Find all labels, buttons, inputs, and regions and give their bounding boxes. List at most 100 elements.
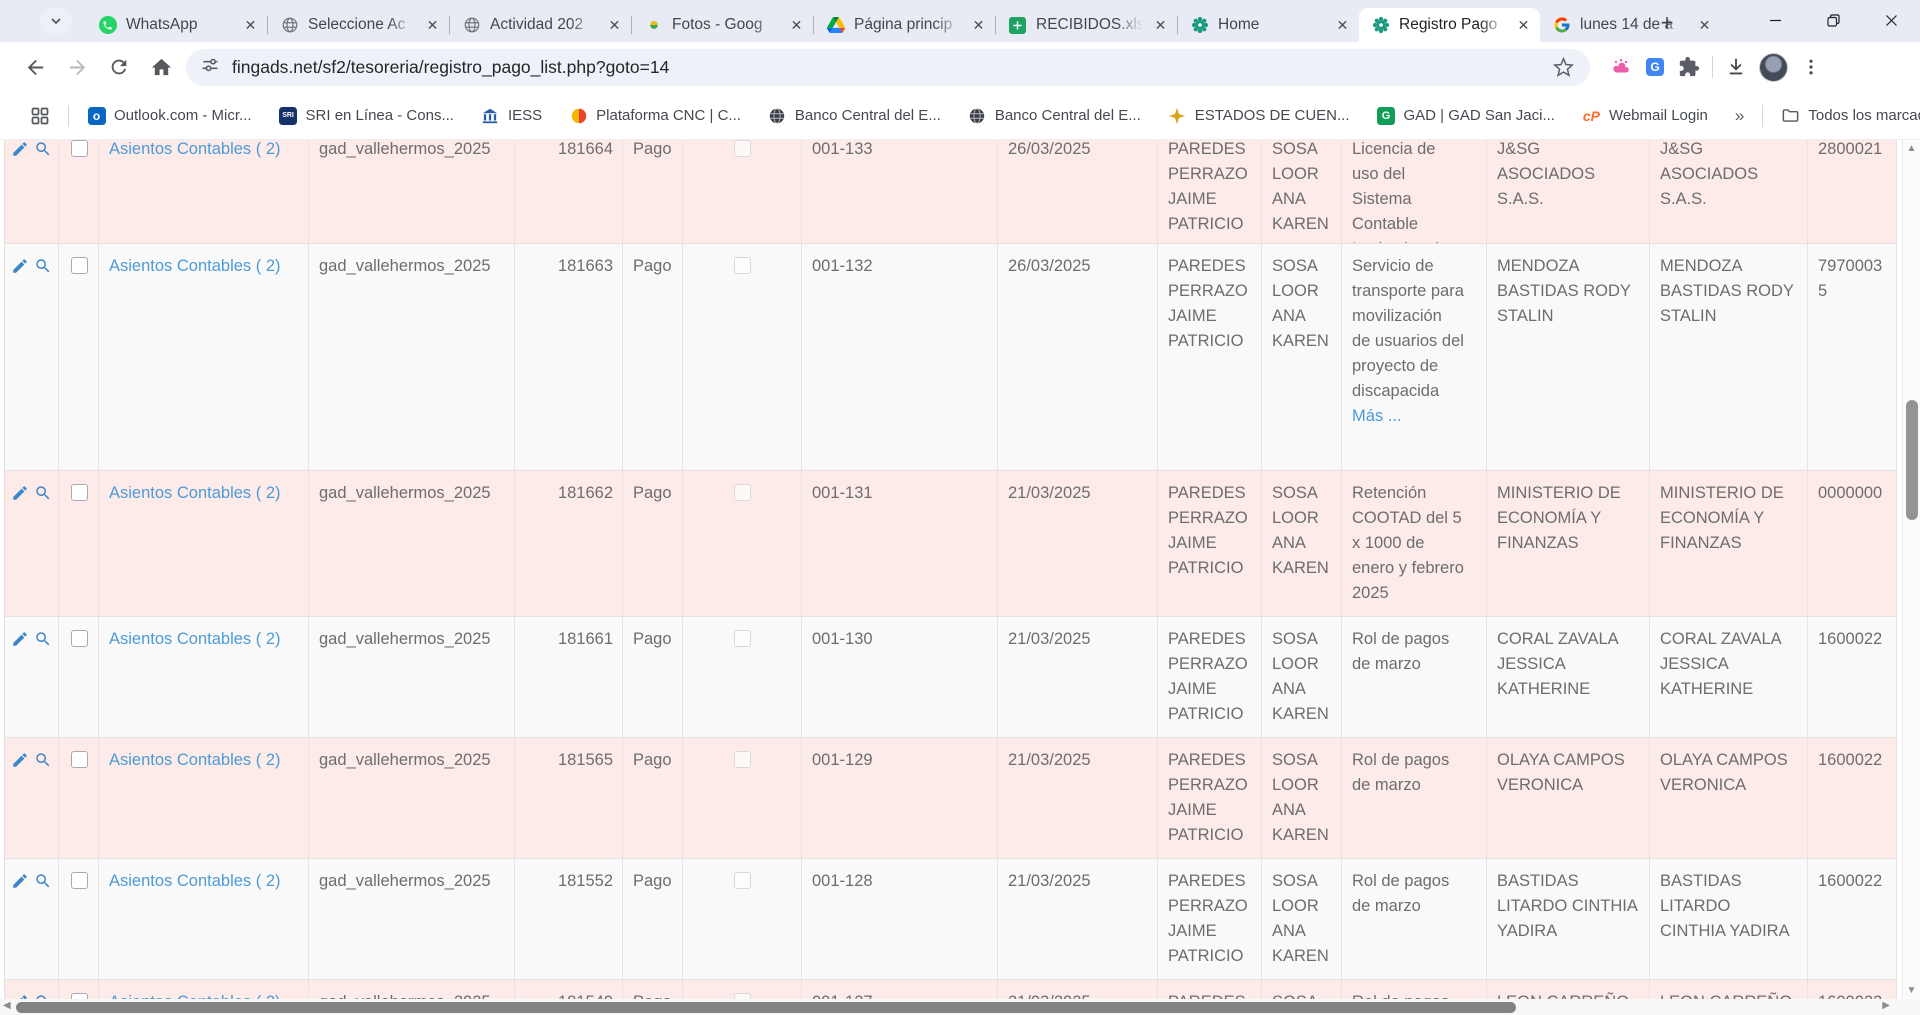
bookmark-item[interactable]: IESS [481, 106, 542, 125]
row-link-asientos-contables[interactable]: Asientos Contables ( 2) [99, 140, 309, 243]
bookmark-item[interactable]: Banco Central del E... [968, 106, 1141, 125]
new-tab-button[interactable]: + [1652, 9, 1682, 37]
edit-pencil-icon[interactable] [11, 484, 29, 616]
tab-registro-pago[interactable]: Registro Pago✕ [1359, 8, 1540, 42]
table-row: Asientos Contables ( 2)gad_vallehermos_2… [5, 471, 1897, 617]
url-text[interactable]: fingads.net/sf2/tesoreria/registro_pago_… [232, 57, 1546, 78]
forward-button[interactable] [60, 50, 94, 84]
back-button[interactable] [18, 50, 52, 84]
bookmark-items: oOutlook.com - Micr... SRISRI en Línea - … [87, 106, 1735, 125]
tab-label: RECIBIDOS.xls [1036, 16, 1148, 34]
row-select-checkbox[interactable] [71, 751, 88, 768]
tab-close-icon[interactable]: ✕ [1152, 17, 1169, 34]
row-select-checkbox[interactable] [71, 257, 88, 274]
bookmark-star-icon[interactable] [1546, 50, 1580, 84]
vertical-scrollbar-thumb[interactable] [1906, 400, 1918, 520]
row-fecha: 26/03/2025 [998, 244, 1158, 470]
vertical-scrollbar[interactable]: ▲ ▼ [1902, 140, 1920, 999]
bookmark-item[interactable]: Banco Central del E... [768, 106, 941, 125]
row-select-checkbox[interactable] [71, 630, 88, 647]
edit-pencil-icon[interactable] [11, 140, 29, 243]
scroll-left-arrow-icon[interactable]: ◀ [3, 1000, 11, 1011]
search-magnifier-icon[interactable] [34, 630, 52, 737]
tab-close-icon[interactable]: ✕ [1515, 17, 1532, 34]
row-select-checkbox[interactable] [71, 484, 88, 501]
bookmark-item[interactable]: SRISRI en Línea - Cons... [279, 106, 454, 125]
close-window-button[interactable] [1862, 0, 1920, 40]
tab-whatsapp[interactable]: WhatsApp✕ [86, 8, 267, 42]
bookmark-label: Webmail Login [1609, 107, 1708, 124]
tab-close-icon[interactable]: ✕ [242, 17, 259, 34]
minimize-button[interactable] [1746, 0, 1804, 40]
row-select-cell [59, 859, 99, 979]
bookmark-item[interactable]: cPWebmail Login [1582, 106, 1708, 125]
row-link-asientos-contables[interactable]: Asientos Contables ( 2) [99, 738, 309, 858]
bookmark-label: GAD | GAD San Jaci... [1404, 107, 1555, 124]
row-link-asientos-contables[interactable]: Asientos Contables ( 2) [99, 244, 309, 470]
tab-close-icon[interactable]: ✕ [788, 17, 805, 34]
tab-close-icon[interactable]: ✕ [424, 17, 441, 34]
address-bar[interactable]: fingads.net/sf2/tesoreria/registro_pago_… [186, 49, 1590, 86]
browser-menu-kebab-icon[interactable] [1794, 50, 1828, 84]
google-g-icon [1552, 16, 1571, 35]
bookmarks-overflow-chevron[interactable]: » [1735, 106, 1742, 126]
search-magnifier-icon[interactable] [34, 872, 52, 979]
tab-close-icon[interactable]: ✕ [1696, 17, 1713, 34]
tab-close-icon[interactable]: ✕ [1334, 17, 1351, 34]
edit-pencil-icon[interactable] [11, 872, 29, 979]
all-bookmarks-button[interactable]: Todos los marcadores [1781, 106, 1920, 125]
experiments-pink-icon[interactable] [1604, 50, 1638, 84]
edit-pencil-icon[interactable] [11, 630, 29, 737]
bookmark-item[interactable]: ESTADOS DE CUEN... [1168, 106, 1350, 125]
table-row: Asientos Contables ( 2)gad_vallehermos_2… [5, 738, 1897, 859]
tab-p-gina-princip[interactable]: Página princip✕ [814, 8, 995, 42]
row-beneficiario-2: MENDOZA BASTIDAS RODY STALIN [1650, 244, 1808, 470]
translate-icon[interactable]: G [1638, 50, 1672, 84]
search-magnifier-icon[interactable] [34, 257, 52, 470]
scroll-right-arrow-icon[interactable]: ▶ [1882, 1000, 1890, 1011]
reload-button[interactable] [102, 50, 136, 84]
row-fecha: 21/03/2025 [998, 738, 1158, 858]
row-mas-link[interactable]: Más ... [1352, 407, 1402, 425]
bookmark-item[interactable]: Plataforma CNC | C... [569, 106, 741, 125]
horizontal-scrollbar-thumb[interactable] [16, 1002, 1516, 1013]
tab-close-icon[interactable]: ✕ [970, 17, 987, 34]
row-empresa: gad_vallehermos_2025 [309, 617, 515, 737]
tab-label: Página princip [854, 16, 966, 34]
row-actions [5, 617, 59, 737]
bookmark-item[interactable]: GGAD | GAD San Jaci... [1377, 106, 1555, 125]
apps-grid-icon[interactable] [30, 106, 50, 126]
horizontal-scrollbar[interactable]: ◀ ▶ [0, 999, 1920, 1015]
search-magnifier-icon[interactable] [34, 484, 52, 616]
bookmark-item[interactable]: oOutlook.com - Micr... [87, 106, 252, 125]
site-info-icon[interactable] [200, 55, 220, 80]
row-comprobante: 001-129 [802, 738, 998, 858]
row-link-asientos-contables[interactable]: Asientos Contables ( 2) [99, 471, 309, 616]
home-button[interactable] [144, 50, 178, 84]
restore-button[interactable] [1804, 0, 1862, 40]
row-link-asientos-contables[interactable]: Asientos Contables ( 2) [99, 617, 309, 737]
tab-actividad-202[interactable]: Actividad 202✕ [450, 8, 631, 42]
extensions-puzzle-icon[interactable] [1672, 50, 1706, 84]
edit-pencil-icon[interactable] [11, 751, 29, 858]
row-link-asientos-contables[interactable]: Asientos Contables ( 2) [99, 859, 309, 979]
row-select-checkbox[interactable] [71, 872, 88, 889]
tab-seleccione-ac[interactable]: Seleccione Ac✕ [268, 8, 449, 42]
tab-home[interactable]: Home✕ [1178, 8, 1359, 42]
search-magnifier-icon[interactable] [34, 140, 52, 243]
search-magnifier-icon[interactable] [34, 751, 52, 858]
row-elaborado: PAREDES PERRAZO JAIME PATRICIO [1158, 244, 1262, 470]
scroll-up-arrow-icon[interactable]: ▲ [1903, 143, 1920, 154]
tab-close-icon[interactable]: ✕ [606, 17, 623, 34]
tab-search-button[interactable] [40, 8, 72, 36]
row-flag-cell [683, 859, 802, 979]
edit-pencil-icon[interactable] [11, 257, 29, 470]
tab-fotos-goog[interactable]: Fotos - Goog✕ [632, 8, 813, 42]
scroll-down-arrow-icon[interactable]: ▼ [1903, 985, 1920, 996]
profile-avatar[interactable] [1759, 53, 1788, 82]
tab-recibidos-xls[interactable]: RECIBIDOS.xls✕ [996, 8, 1177, 42]
tab-lunes-14-de-a[interactable]: lunes 14 de a✕ [1540, 8, 1721, 42]
downloads-icon[interactable] [1719, 50, 1753, 84]
row-descripcion: Rol de pagos de marzo [1342, 617, 1487, 737]
row-select-checkbox[interactable] [71, 140, 88, 157]
